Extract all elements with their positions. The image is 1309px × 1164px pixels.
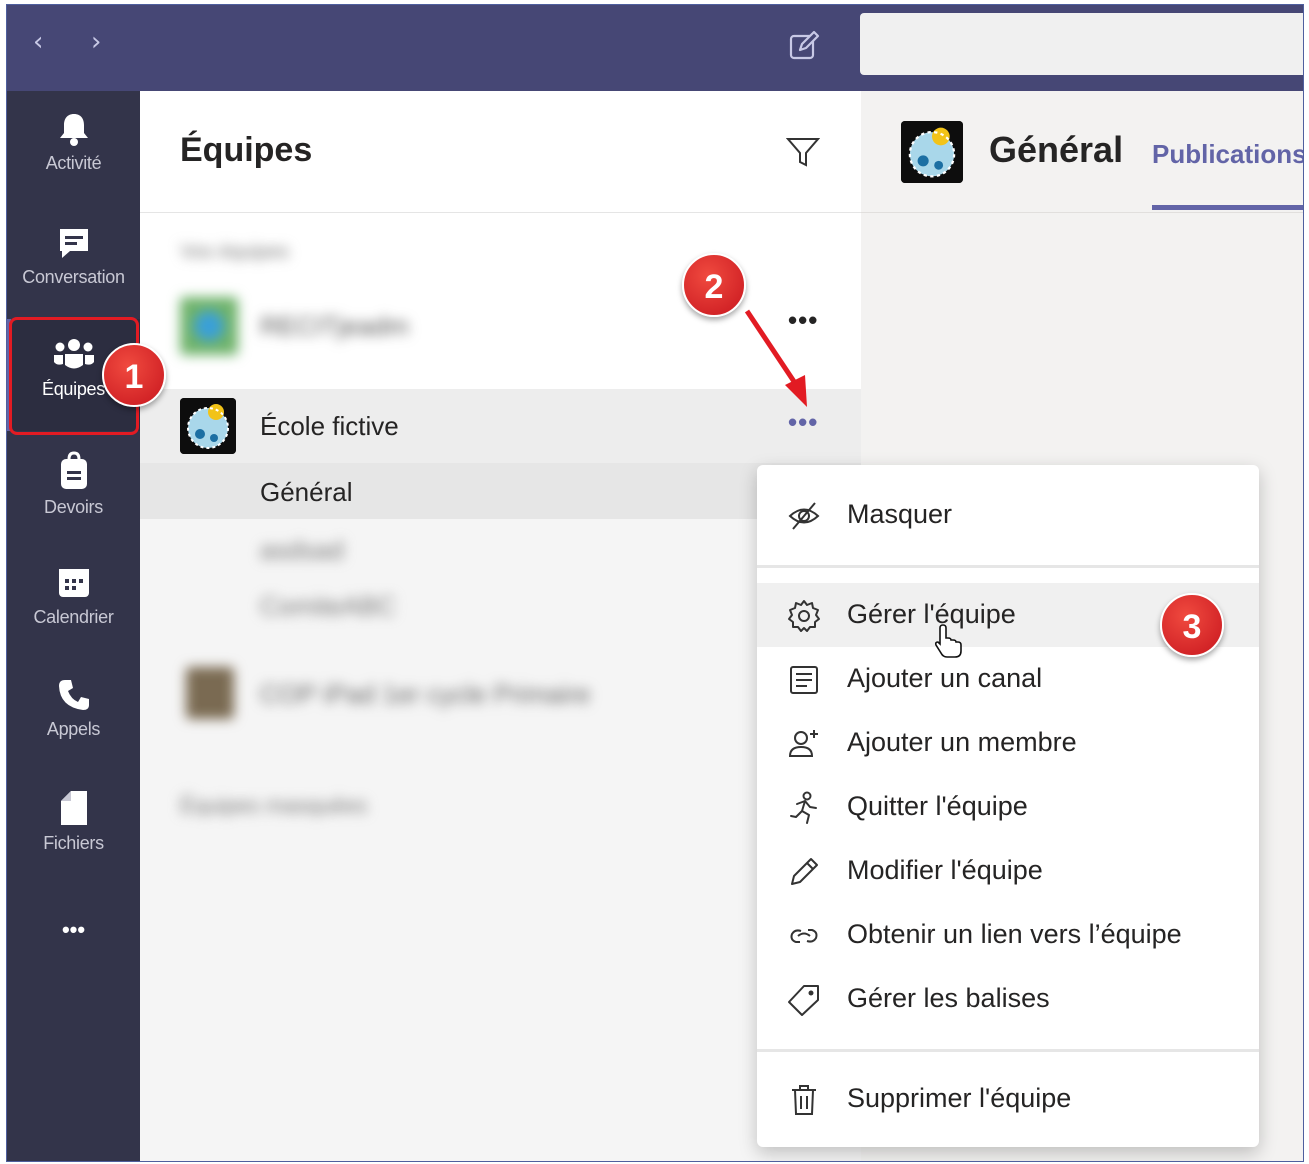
teams-list-panel: Équipes Vos équipes RECITjeadm ••• École… <box>140 91 861 1161</box>
assignments-icon <box>60 451 87 489</box>
phone-icon <box>58 680 89 710</box>
filter-icon[interactable] <box>786 135 820 169</box>
link-icon <box>790 929 818 943</box>
rail-item-devoirs[interactable]: Devoirs <box>7 451 140 563</box>
menu-item-gerer-balises[interactable]: Gérer les balises <box>757 967 1259 1031</box>
menu-label: Ajouter un membre <box>847 727 1077 757</box>
menu-label: Quitter l'équipe <box>847 791 1028 821</box>
channel-header: Général Publications <box>861 91 1303 213</box>
menu-divider <box>757 1049 1259 1052</box>
rail-label: Activité <box>45 153 102 173</box>
trash-icon <box>792 1085 816 1115</box>
rail-item-appels[interactable]: Appels <box>7 677 140 789</box>
menu-item-quitter-equipe[interactable]: Quitter l'équipe <box>757 775 1259 839</box>
rail-more-button[interactable]: ••• <box>7 917 140 957</box>
chat-icon <box>59 229 88 258</box>
rail-item-fichiers[interactable]: Fichiers <box>7 789 140 901</box>
add-member-icon <box>788 730 818 757</box>
more-icon: ••• <box>61 917 86 942</box>
channel-name-blurred[interactable]: ComiteABC <box>260 591 396 622</box>
team-avatar-blurred <box>186 667 234 719</box>
team-avatar-blurred <box>180 297 238 355</box>
hide-icon <box>788 502 820 530</box>
menu-label: Gérer les balises <box>847 983 1050 1013</box>
page-title: Équipes <box>180 131 313 169</box>
channel-name: Général <box>260 477 353 507</box>
rail-label: Conversation <box>22 267 125 287</box>
search-box[interactable] <box>860 13 1303 75</box>
channel-row-selected[interactable]: Général <box>140 463 861 519</box>
teams-window: ‹ › Activité Conversation Équipes Devoir… <box>6 4 1304 1162</box>
back-arrow-icon[interactable]: ‹ <box>33 29 43 55</box>
title-bar: ‹ › <box>7 5 1303 91</box>
section-label: Vos équipes <box>180 241 289 263</box>
forward-arrow-icon[interactable]: › <box>91 29 101 55</box>
step-1-callout: 1 <box>102 343 166 407</box>
menu-item-modifier-equipe[interactable]: Modifier l'équipe <box>757 839 1259 903</box>
step-2-callout: 2 <box>682 253 746 317</box>
menu-label: Masquer <box>847 499 953 529</box>
bell-icon <box>59 114 88 146</box>
menu-label: Obtenir un lien vers l’équipe <box>847 919 1182 949</box>
menu-divider <box>757 565 1259 568</box>
active-tab-underline <box>1152 205 1303 210</box>
tab-publications[interactable]: Publications <box>1152 139 1303 170</box>
menu-item-masquer[interactable]: Masquer <box>757 483 1259 547</box>
rail-label: Calendrier <box>33 607 114 627</box>
team-name-blurred[interactable]: COP iPad 1er cycle Primaire <box>260 679 590 710</box>
calendar-icon <box>58 569 89 597</box>
settings-gear-icon <box>788 600 820 632</box>
menu-item-ajouter-membre[interactable]: Ajouter un membre <box>757 711 1259 775</box>
pencil-icon <box>791 858 818 885</box>
tag-icon <box>788 985 819 1016</box>
arrow-annotation <box>744 309 807 407</box>
channel-name-blurred[interactable]: asdsad <box>260 535 344 566</box>
team-name-blurred[interactable]: RECITjeadm <box>260 311 409 342</box>
menu-label: Ajouter un canal <box>847 663 1043 693</box>
menu-item-obtenir-lien[interactable]: Obtenir un lien vers l’équipe <box>757 903 1259 967</box>
rail-label: Devoirs <box>44 497 103 517</box>
rail-label: Appels <box>46 719 101 739</box>
team-name: École fictive <box>260 411 399 441</box>
rail-label: Fichiers <box>43 833 104 853</box>
rail-item-calendrier[interactable]: Calendrier <box>7 565 140 677</box>
menu-item-supprimer-equipe[interactable]: Supprimer l'équipe <box>757 1067 1259 1131</box>
compose-icon[interactable] <box>787 29 821 63</box>
channel-title: Général <box>989 129 1124 170</box>
leave-icon <box>790 791 817 824</box>
file-icon <box>60 791 87 825</box>
channel-team-avatar <box>901 121 963 183</box>
hidden-teams-label[interactable]: Équipes masquées <box>180 793 367 819</box>
step-3-callout: 3 <box>1160 593 1224 657</box>
app-rail: Activité Conversation Équipes Devoirs Ca… <box>7 91 140 1161</box>
team-context-menu: Masquer Gérer l'équipe Ajouter un canal <box>757 465 1259 1147</box>
add-channel-icon <box>790 666 818 694</box>
menu-item-ajouter-canal[interactable]: Ajouter un canal <box>757 647 1259 711</box>
team-avatar <box>180 398 236 454</box>
menu-label: Supprimer l'équipe <box>847 1083 1072 1113</box>
teams-panel-header: Équipes <box>140 91 861 213</box>
menu-label: Modifier l'équipe <box>847 855 1043 885</box>
rail-item-activite[interactable]: Activité <box>7 111 140 223</box>
menu-label: Gérer l'équipe <box>847 599 1016 629</box>
